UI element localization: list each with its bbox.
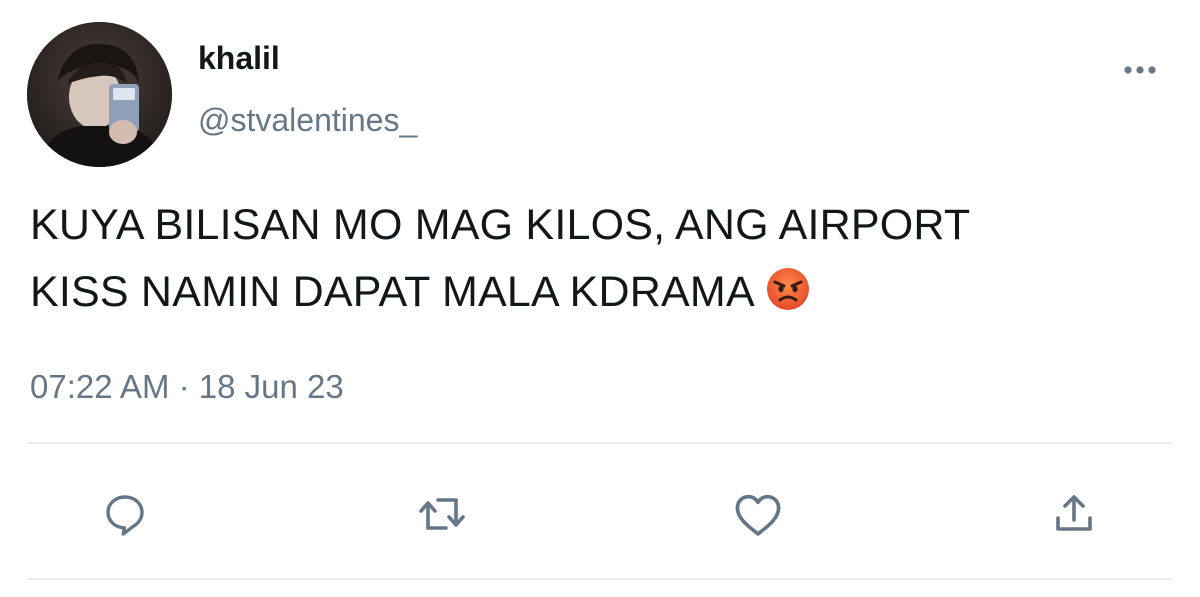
share-icon	[1056, 495, 1092, 531]
reply-button[interactable]	[99, 488, 151, 540]
like-button[interactable]	[732, 488, 784, 540]
tweet-text-line-content: KISS NAMIN DAPAT MALA KDRAMA	[30, 268, 755, 316]
tweet-text: KUYA BILISAN MO MAG KILOS, ANG AIRPORT K…	[30, 192, 1170, 332]
user-handle[interactable]: @stvalentines_	[198, 100, 417, 140]
share-button[interactable]	[1048, 488, 1100, 540]
tweet-text-line: KISS NAMIN DAPAT MALA KDRAMA	[30, 259, 1170, 332]
more-options-button[interactable]	[1118, 58, 1166, 82]
avatar[interactable]	[27, 22, 172, 167]
tweet-text-line: KUYA BILISAN MO MAG KILOS, ANG AIRPORT	[30, 201, 971, 249]
tweet-timestamp[interactable]: 07:22 AM · 18 Jun 23	[30, 367, 344, 407]
retweet-icon	[419, 498, 465, 530]
avatar-photo	[27, 22, 172, 167]
more-icon	[1124, 66, 1156, 74]
comment-icon	[106, 495, 144, 536]
divider	[27, 442, 1172, 444]
angry-face-emoji	[765, 265, 811, 332]
angry-face-icon	[766, 268, 809, 310]
divider	[27, 578, 1172, 580]
retweet-button[interactable]	[416, 488, 468, 540]
like-icon	[735, 494, 781, 536]
display-name[interactable]: khalil	[198, 38, 280, 78]
